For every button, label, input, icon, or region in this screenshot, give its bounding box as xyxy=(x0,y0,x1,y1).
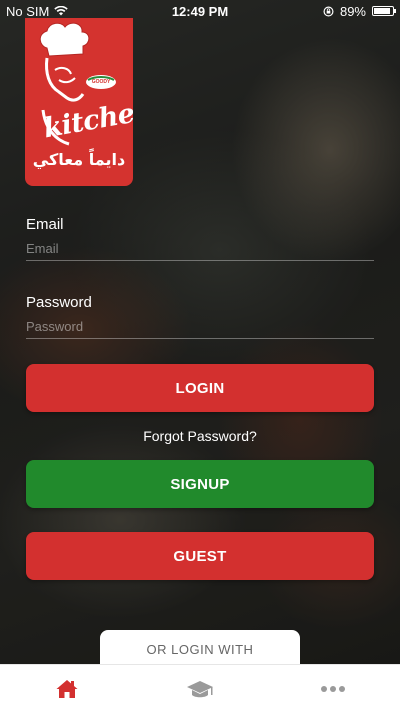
rotation-lock-icon xyxy=(323,6,334,16)
tab-home[interactable] xyxy=(0,665,133,712)
graduation-cap-icon xyxy=(186,680,213,697)
email-input[interactable] xyxy=(26,237,374,261)
password-input[interactable] xyxy=(26,315,374,339)
email-label: Email xyxy=(26,216,64,233)
tab-more[interactable] xyxy=(267,665,400,712)
tagline-arabic: دايماً معاكي xyxy=(32,150,126,169)
tab-courses[interactable] xyxy=(133,665,266,712)
more-icon xyxy=(321,685,346,692)
battery-percent: 89% xyxy=(339,3,366,19)
carrier-label: No SIM xyxy=(6,3,50,19)
clock: 12:49 PM xyxy=(171,3,229,19)
kitchen-logo: GOODY kitchen دايماً معاكي xyxy=(25,18,133,186)
bottom-tab-bar xyxy=(0,664,400,712)
home-icon xyxy=(56,679,78,698)
login-button[interactable]: LOGIN xyxy=(26,364,374,412)
guest-button[interactable]: GUEST xyxy=(26,532,374,580)
password-label: Password xyxy=(26,294,92,311)
status-bar: No SIM 12:49 PM 89% xyxy=(0,0,400,22)
battery-icon xyxy=(372,6,396,16)
forgot-password-link[interactable]: Forgot Password? xyxy=(0,428,400,444)
brand-small-label: GOODY xyxy=(91,79,111,85)
signup-button[interactable]: SIGNUP xyxy=(26,460,374,508)
or-login-with-label: OR LOGIN WITH xyxy=(146,642,254,657)
wifi-icon xyxy=(54,6,69,16)
